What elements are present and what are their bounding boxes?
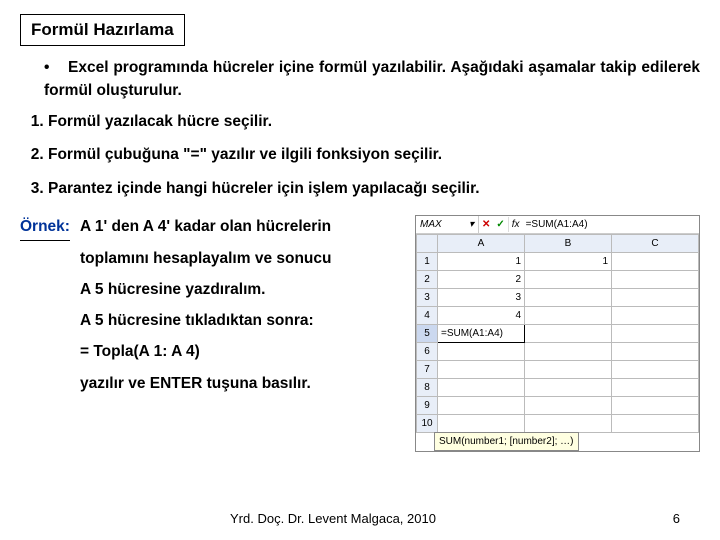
row-header[interactable]: 7 — [417, 361, 438, 379]
cell-c8[interactable] — [612, 379, 699, 397]
cell-c3[interactable] — [612, 289, 699, 307]
cell-b9[interactable] — [525, 397, 612, 415]
example-line: A 5 hücresine yazdıralım. — [80, 278, 410, 301]
cell-a2[interactable]: 2 — [438, 271, 525, 289]
cell-a5[interactable]: =SUM(A1:A4) — [438, 325, 525, 343]
cell-b7[interactable] — [525, 361, 612, 379]
cell-c1[interactable] — [612, 253, 699, 271]
cell-b8[interactable] — [525, 379, 612, 397]
step-item: Parantez içinde hangi hücreler için işle… — [48, 177, 700, 200]
example-line: = Topla(A 1: A 4) — [80, 340, 410, 363]
formula-input[interactable]: =SUM(A1:A4) — [523, 217, 591, 232]
cell-b5[interactable] — [525, 325, 612, 343]
footer-author: Yrd. Doç. Dr. Levent Malgaca, 2010 — [230, 509, 436, 529]
cell-c10[interactable] — [612, 415, 699, 433]
row-header[interactable]: 6 — [417, 343, 438, 361]
cell-a7[interactable] — [438, 361, 525, 379]
function-tooltip: SUM(number1; [number2]; …) — [434, 432, 579, 451]
bullet-dot: • — [20, 56, 44, 103]
col-header[interactable]: C — [612, 235, 699, 253]
footer-page: 6 — [673, 509, 680, 529]
cell-c5[interactable] — [612, 325, 699, 343]
row-header[interactable]: 1 — [417, 253, 438, 271]
cell-a1[interactable]: 1 — [438, 253, 525, 271]
section-title: Formül Hazırlama — [20, 14, 185, 46]
example-line: A 5 hücresine tıkladıktan sonra: — [80, 309, 410, 332]
cancel-icon[interactable]: ✕ — [479, 217, 493, 232]
step-item: Formül çubuğuna "=" yazılır ve ilgili fo… — [48, 143, 700, 166]
cell-c6[interactable] — [612, 343, 699, 361]
fx-icon[interactable]: fx — [508, 217, 523, 232]
col-header[interactable]: A — [438, 235, 525, 253]
excel-screenshot: MAX ▾ ✕ ✓ fx =SUM(A1:A4) A B C 111 22 33… — [415, 215, 700, 452]
cell-b1[interactable]: 1 — [525, 253, 612, 271]
cell-b10[interactable] — [525, 415, 612, 433]
cell-a3[interactable]: 3 — [438, 289, 525, 307]
steps-list: Formül yazılacak hücre seçilir. Formül ç… — [20, 110, 700, 200]
cell-b6[interactable] — [525, 343, 612, 361]
formula-bar[interactable]: ✕ ✓ fx =SUM(A1:A4) — [479, 216, 699, 233]
spreadsheet-grid[interactable]: A B C 111 22 33 44 5=SUM(A1:A4) 6 7 8 9 … — [416, 234, 699, 433]
cell-c7[interactable] — [612, 361, 699, 379]
name-box[interactable]: MAX ▾ — [416, 216, 479, 233]
example-body: A 1' den A 4' kadar olan hücrelerin topl… — [80, 215, 410, 403]
step-item: Formül yazılacak hücre seçilir. — [48, 110, 700, 133]
example-line: yazılır ve ENTER tuşuna basılır. — [80, 372, 410, 395]
cell-a8[interactable] — [438, 379, 525, 397]
row-header[interactable]: 8 — [417, 379, 438, 397]
intro-paragraph: • Excel programında hücreler içine formü… — [20, 56, 700, 103]
example-line: toplamını hesaplayalım ve sonucu — [80, 247, 410, 270]
cell-c9[interactable] — [612, 397, 699, 415]
name-box-dropdown-icon[interactable]: ▾ — [469, 217, 474, 232]
row-header[interactable]: 10 — [417, 415, 438, 433]
name-box-value: MAX — [420, 217, 442, 232]
cell-a9[interactable] — [438, 397, 525, 415]
footer: Yrd. Doç. Dr. Levent Malgaca, 2010 6 — [0, 509, 720, 529]
cell-a6[interactable] — [438, 343, 525, 361]
cell-c2[interactable] — [612, 271, 699, 289]
cell-b3[interactable] — [525, 289, 612, 307]
row-header[interactable]: 9 — [417, 397, 438, 415]
row-header[interactable]: 3 — [417, 289, 438, 307]
row-header[interactable]: 5 — [417, 325, 438, 343]
cell-b2[interactable] — [525, 271, 612, 289]
row-header[interactable]: 2 — [417, 271, 438, 289]
example-line: A 1' den A 4' kadar olan hücrelerin — [80, 215, 410, 238]
col-header[interactable]: B — [525, 235, 612, 253]
example-label: Örnek: — [20, 215, 70, 240]
cell-a4[interactable]: 4 — [438, 307, 525, 325]
cell-c4[interactable] — [612, 307, 699, 325]
cell-b4[interactable] — [525, 307, 612, 325]
cell-a10[interactable] — [438, 415, 525, 433]
intro-text: Excel programında hücreler içine formül … — [44, 56, 700, 103]
confirm-icon[interactable]: ✓ — [493, 217, 507, 232]
corner-cell[interactable] — [417, 235, 438, 253]
row-header[interactable]: 4 — [417, 307, 438, 325]
